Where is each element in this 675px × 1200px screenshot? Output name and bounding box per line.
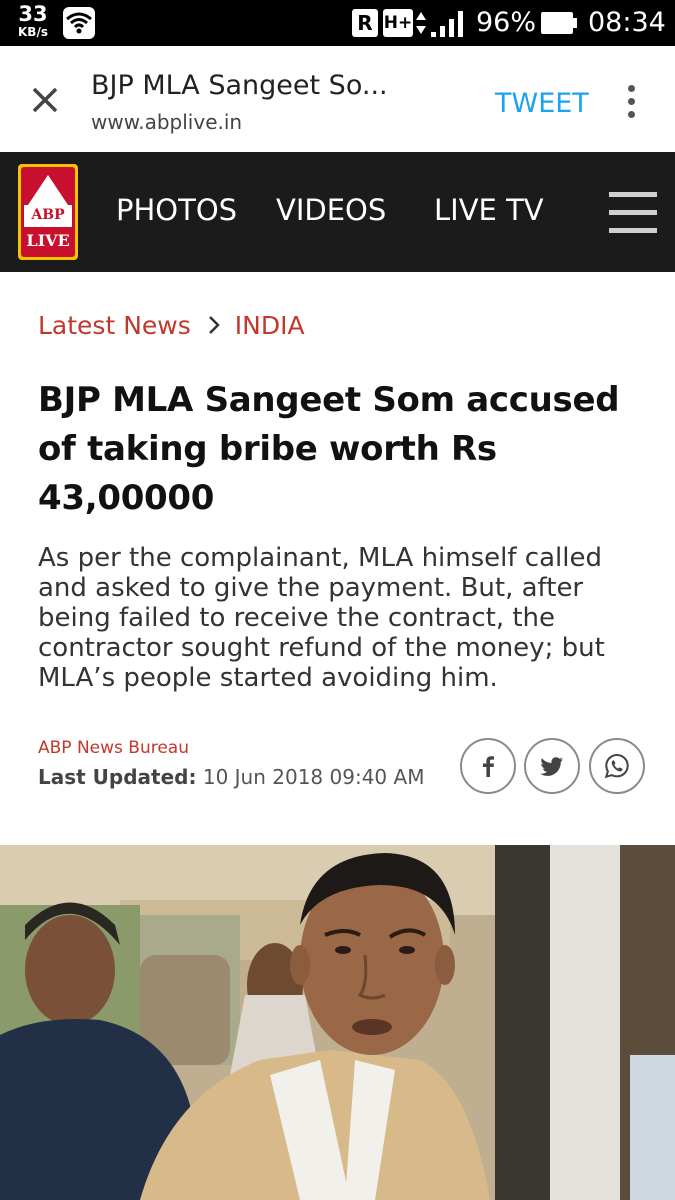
nav-photos[interactable]: PHOTOS xyxy=(116,193,237,227)
page-title: BJP MLA Sangeet So... xyxy=(91,70,388,101)
more-vertical-icon[interactable] xyxy=(619,82,643,122)
article-headline: BJP MLA Sangeet Som accused of taking br… xyxy=(38,380,620,518)
network-speed: 33 KB/s xyxy=(18,2,48,39)
hamburger-icon[interactable] xyxy=(609,192,657,234)
battery-icon xyxy=(541,12,577,34)
article-photo xyxy=(0,845,675,1200)
close-icon[interactable] xyxy=(26,81,64,119)
signal-icon xyxy=(431,11,463,37)
breadcrumb-latest-news[interactable]: Latest News xyxy=(38,311,191,340)
logo-text-abp: ABP xyxy=(31,207,65,223)
article-summary: As per the complainant, MLA himself call… xyxy=(38,543,605,693)
site-navbar: ABP LIVE PHOTOS VIDEOS LIVE TV xyxy=(0,152,675,272)
whatsapp-icon xyxy=(604,753,629,779)
share-whatsapp-button[interactable] xyxy=(589,738,645,794)
share-twitter-button[interactable] xyxy=(524,738,580,794)
article-updated: Last Updated: 10 Jun 2018 09:40 AM xyxy=(38,765,424,789)
network-speed-unit: KB/s xyxy=(18,25,48,39)
network-speed-value: 33 xyxy=(18,2,48,26)
updated-label: Last Updated: xyxy=(38,765,197,789)
share-facebook-button[interactable] xyxy=(460,738,516,794)
updated-value: 10 Jun 2018 09:40 AM xyxy=(202,765,425,789)
battery-percent: 96% xyxy=(476,7,537,38)
abp-live-logo[interactable]: ABP LIVE xyxy=(18,164,78,260)
network-type-badge: H+ xyxy=(383,9,413,37)
facebook-icon xyxy=(483,756,494,777)
status-bar: 33 KB/s R H+ 96% 08:34 xyxy=(0,0,675,46)
roaming-badge: R xyxy=(352,9,378,37)
data-activity-icon xyxy=(416,12,426,34)
page-url: www.abplive.in xyxy=(91,110,243,134)
article-author[interactable]: ABP News Bureau xyxy=(38,738,189,758)
logo-text-live: LIVE xyxy=(26,231,70,250)
breadcrumb-india[interactable]: INDIA xyxy=(235,311,305,340)
chevron-right-icon xyxy=(208,316,220,334)
browser-toolbar: BJP MLA Sangeet So... www.abplive.in TWE… xyxy=(0,46,675,152)
wifi-icon xyxy=(63,7,95,39)
nav-live-tv[interactable]: LIVE TV xyxy=(434,193,544,227)
tweet-button[interactable]: TWEET xyxy=(495,88,589,119)
nav-videos[interactable]: VIDEOS xyxy=(276,193,386,227)
twitter-icon xyxy=(540,757,563,776)
clock: 08:34 xyxy=(588,7,666,38)
breadcrumb: Latest News INDIA xyxy=(38,311,305,340)
